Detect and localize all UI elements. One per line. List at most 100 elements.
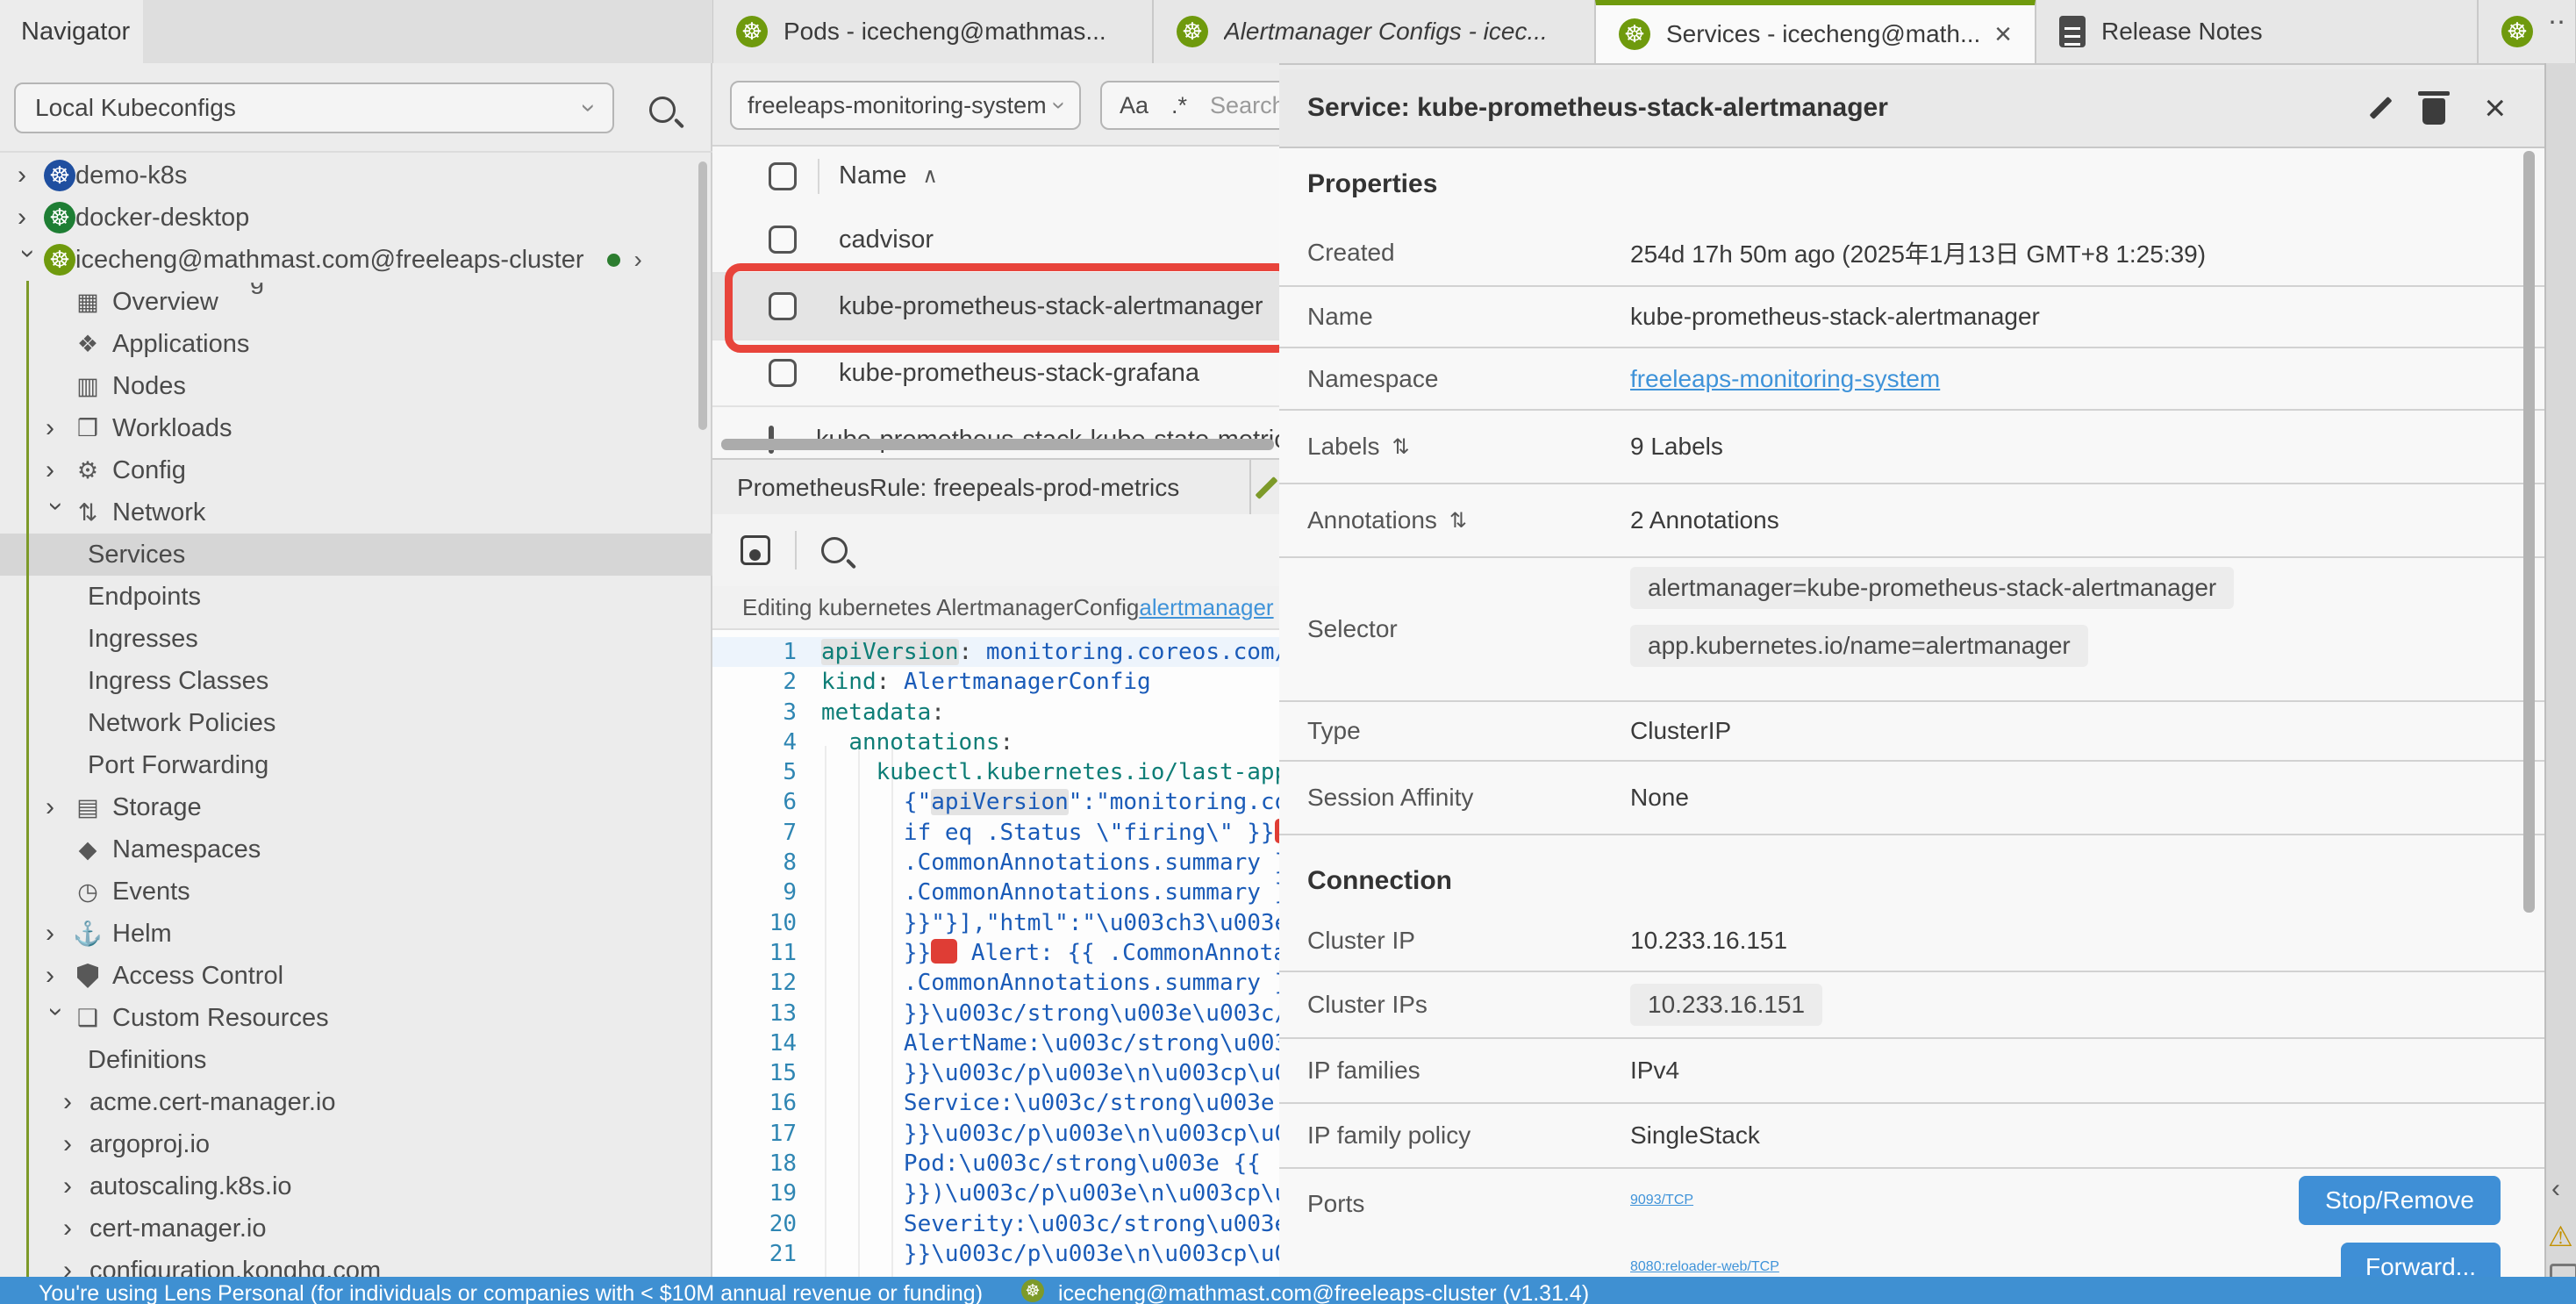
sort-toggle-icon[interactable]: ⇅ xyxy=(1392,434,1410,460)
namespace-select[interactable]: freeleaps-monitoring-system › xyxy=(730,81,1081,130)
sidebar-item-applications[interactable]: ❖Applications xyxy=(0,323,712,365)
sidebar-item-endpoints[interactable]: Endpoints xyxy=(0,576,712,618)
events-icon: ◷ xyxy=(72,878,104,906)
cluster-ips-row: Cluster IPs 10.233.16.151 xyxy=(1279,972,2544,1039)
chevron-icon[interactable]: › xyxy=(63,1171,89,1201)
stop-remove-button[interactable]: Stop/Remove xyxy=(2299,1176,2501,1225)
created-row: Created 254d 17h 50m ago (2025年1月13日 GMT… xyxy=(1279,220,2544,287)
match-case-toggle[interactable]: Aa xyxy=(1120,92,1148,119)
chevron-icon[interactable]: › xyxy=(18,203,44,233)
tab-release-notes[interactable]: Release Notes xyxy=(2036,0,2478,63)
chevron-icon[interactable]: › xyxy=(46,792,72,822)
sidebar-item-network[interactable]: ›⇅Network xyxy=(0,491,712,534)
port-link[interactable]: 8080:reloader-web/TCP xyxy=(1630,1259,1779,1275)
sidebar-item-nodes[interactable]: ▥Nodes xyxy=(0,365,712,407)
chevron-icon[interactable]: › xyxy=(46,455,72,485)
right-edge-strip: ‹ ⚠ xyxy=(2544,63,2576,1277)
sidebar-item-demo-k8s[interactable]: ›☸demo-k8s xyxy=(0,154,712,197)
forward-button[interactable]: Forward... xyxy=(2341,1243,2501,1277)
chevron-icon[interactable]: › xyxy=(46,413,72,443)
sidebar-item-events[interactable]: ◷Events xyxy=(0,871,712,913)
sidebar-item-definitions[interactable]: Definitions xyxy=(0,1039,712,1081)
sidebar-item-autoscaling-k8s-io[interactable]: ›autoscaling.k8s.io xyxy=(0,1165,712,1207)
save-icon[interactable] xyxy=(741,535,770,565)
ports-label: Ports xyxy=(1279,1169,1630,1218)
sidebar-item-acme-cert-manager-io[interactable]: ›acme.cert-manager.io xyxy=(0,1081,712,1123)
delete-trash-icon[interactable] xyxy=(2422,98,2445,125)
services-panel: freeleaps-monitoring-system › Aa .* Sear… xyxy=(712,63,1279,1277)
chevron-right-icon[interactable]: › xyxy=(634,246,642,274)
sidebar-item-cert-manager-io[interactable]: ›cert-manager.io xyxy=(0,1207,712,1250)
code-line: 3metadata: xyxy=(712,698,1279,727)
kubeconfig-select[interactable]: Local Kubeconfigs › xyxy=(14,82,614,133)
close-icon[interactable]: × xyxy=(2484,95,2506,121)
chevron-icon[interactable]: › xyxy=(41,1007,71,1034)
tab-alertmanager-configs[interactable]: ☸ Alertmanager Configs - icec... xyxy=(1153,0,1595,63)
session-affinity-label: Session Affinity xyxy=(1279,784,1630,812)
ports-row: Ports 9093/TCP Stop/Remove 8080:reloader… xyxy=(1279,1169,2544,1277)
sidebar-item-ingress-classes[interactable]: Ingress Classes xyxy=(0,660,712,702)
sidebar-item-configuration-konghq-com[interactable]: ›configuration.konghq.com xyxy=(0,1250,712,1277)
yaml-editor[interactable]: 1apiVersion: monitoring.coreos.com/v12ki… xyxy=(712,630,1279,1277)
license-text: You're using Lens Personal (for individu… xyxy=(39,1281,983,1304)
code-line: 17 }}\u003c/p\u003e\n\u003cp\u003 xyxy=(712,1119,1279,1149)
helm-icon: ⚓ xyxy=(72,920,104,948)
dock-tab-prometheusrule[interactable]: PrometheusRule: freepeals-prod-metrics xyxy=(712,460,1251,516)
sidebar-item-docker-desktop[interactable]: ›☸docker-desktop xyxy=(0,197,712,239)
sidebar-item-icecheng-mathmast-com-freeleaps-cluster[interactable]: ›☸icecheng@mathmast.com@freeleaps-cluste… xyxy=(0,239,712,281)
sidebar-item-config[interactable]: ›⚙Config xyxy=(0,449,712,491)
chevron-icon[interactable]: › xyxy=(13,249,43,276)
search-icon[interactable] xyxy=(649,97,676,123)
chevron-icon[interactable]: › xyxy=(46,919,72,949)
horizontal-scrollbar[interactable] xyxy=(721,439,1274,450)
tab-services[interactable]: ☸ Services - icecheng@math... × xyxy=(1595,0,2036,63)
ip-families-row: IP families IPv4 xyxy=(1279,1039,2544,1104)
sort-toggle-icon[interactable]: ⇅ xyxy=(1449,508,1467,534)
annotations-count[interactable]: 2 Annotations xyxy=(1630,506,1779,534)
chevron-icon[interactable]: › xyxy=(46,961,72,991)
close-tab-icon[interactable]: × xyxy=(1994,18,2012,52)
drawer-scrollbar[interactable] xyxy=(2523,151,2535,913)
sort-ascending-icon[interactable]: ∧ xyxy=(922,163,938,189)
name-column-header[interactable]: Name xyxy=(839,161,906,190)
edit-pencil-icon[interactable] xyxy=(2370,97,2393,119)
labels-count[interactable]: 9 Labels xyxy=(1630,433,1723,461)
chevron-icon[interactable]: › xyxy=(63,1129,89,1159)
kubeconfig-select-value: Local Kubeconfigs xyxy=(35,94,236,122)
sidebar-item-argoproj-io[interactable]: ›argoproj.io xyxy=(0,1123,712,1165)
tab-pods[interactable]: ☸ Pods - icecheng@mathmas... xyxy=(712,0,1153,63)
namespaces-icon: ◆ xyxy=(72,836,104,863)
port-link[interactable]: 9093/TCP xyxy=(1630,1193,1693,1208)
sidebar-item-port-forwarding[interactable]: Port Forwarding xyxy=(0,744,712,786)
regex-toggle[interactable]: .* xyxy=(1171,92,1187,119)
row-checkbox[interactable] xyxy=(769,359,797,387)
chevron-icon[interactable]: › xyxy=(63,1214,89,1243)
code-line: 19 }})\u003c/p\u003e\n\u003cp\u00 xyxy=(712,1179,1279,1208)
tab-overflow-dots: ‥ xyxy=(2548,0,2569,31)
chevron-icon[interactable]: › xyxy=(63,1256,89,1277)
sidebar-item-custom-resources[interactable]: ›❑Custom Resources xyxy=(0,997,712,1039)
row-checkbox[interactable] xyxy=(769,226,797,254)
kubernetes-icon: ☸ xyxy=(2501,16,2533,47)
alertmanager-config-link[interactable]: alertmanager xyxy=(1139,594,1273,621)
chevron-icon[interactable]: › xyxy=(63,1087,89,1117)
sidebar-item-network-policies[interactable]: Network Policies xyxy=(0,702,712,744)
edit-pencil-icon[interactable] xyxy=(1255,476,1277,499)
sidebar-item-storage[interactable]: ›▤Storage xyxy=(0,786,712,828)
select-all-checkbox[interactable] xyxy=(769,162,797,190)
selector-row: Selector alertmanager=kube-prometheus-st… xyxy=(1279,558,2544,702)
sidebar-item-workloads[interactable]: ›❒Workloads xyxy=(0,407,712,449)
search-icon[interactable] xyxy=(821,537,848,563)
sidebar-item-ingresses[interactable]: Ingresses xyxy=(0,618,712,660)
sidebar-item-overview[interactable]: ▦Overview xyxy=(0,281,712,323)
sidebar-scrollbar[interactable] xyxy=(698,161,707,430)
chevron-icon[interactable]: › xyxy=(18,161,44,190)
chevron-icon[interactable]: › xyxy=(41,502,71,528)
sidebar-item-helm[interactable]: ›⚓Helm xyxy=(0,913,712,955)
sidebar-item-access-control[interactable]: ›Access Control xyxy=(0,955,712,997)
collapse-chevron-icon[interactable]: ‹ xyxy=(2551,1174,2560,1204)
namespace-link[interactable]: freeleaps-monitoring-system xyxy=(1630,365,1940,392)
service-detail-drawer: Service: kube-prometheus-stack-alertmana… xyxy=(1279,69,2544,1277)
sidebar-item-namespaces[interactable]: ◆Namespaces xyxy=(0,828,712,871)
sidebar-item-services[interactable]: Services xyxy=(0,534,712,576)
